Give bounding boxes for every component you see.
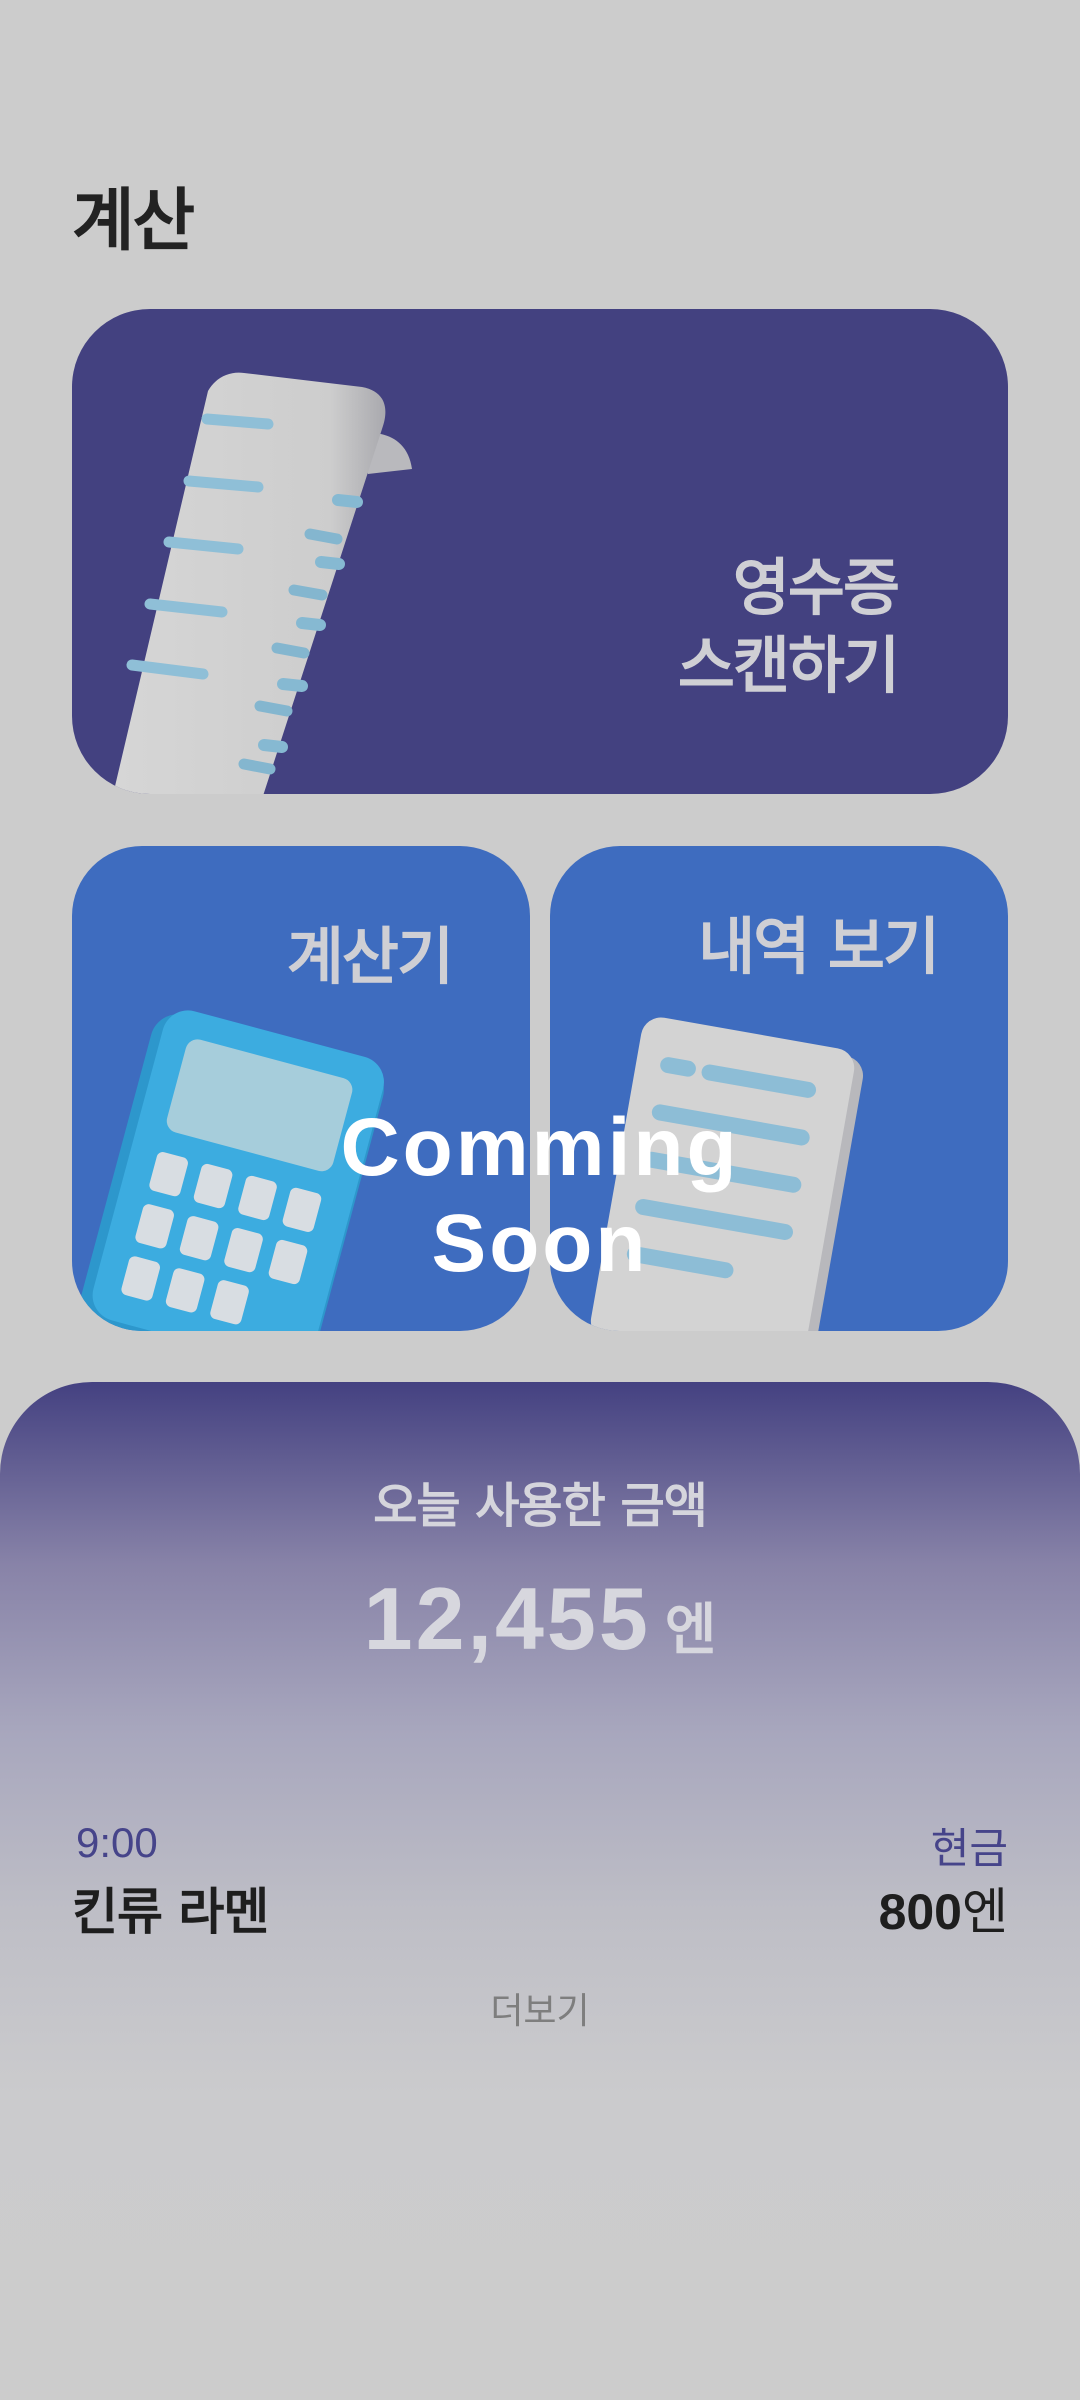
scan-receipt-label-line2: 스캔하기 xyxy=(677,629,900,702)
summary-title: 오늘 사용한 금액 xyxy=(373,1478,708,1534)
coming-soon-line2: Soon xyxy=(431,1198,649,1289)
scan-receipt-label-line1: 영수증 xyxy=(732,551,900,624)
total-amount-value: 12,455 xyxy=(363,1569,651,1668)
coming-soon-line1: Comming xyxy=(340,1102,740,1193)
entry-payment-method: 현금 xyxy=(930,1824,1008,1873)
scan-receipt-card[interactable]: 영수증 스캔하기 xyxy=(72,309,1008,794)
entry-name[interactable]: 킨류 라멘 xyxy=(72,1872,269,1944)
total-amount-unit: 엔 xyxy=(664,1598,717,1663)
total-amount: 12,455 엔 xyxy=(0,1568,1080,1670)
more-link[interactable]: 더보기 xyxy=(0,1982,1080,2034)
scan-receipt-label: 영수증 스캔하기 xyxy=(677,549,900,705)
calculator-label: 계산기 xyxy=(286,920,454,993)
coming-soon-overlay: Comming Soon xyxy=(280,1100,800,1292)
receipt-icon xyxy=(113,372,412,794)
history-label: 내역 보기 xyxy=(698,910,940,983)
entry-price-value: 800 xyxy=(878,1884,962,1940)
entry-time: 9:00 xyxy=(76,1819,158,1866)
page-title: 계산 xyxy=(72,182,195,261)
entry-price-unit: 엔 xyxy=(962,1883,1008,1941)
daily-summary-panel: 오늘 사용한 금액 12,455 엔 9:00 킨류 라멘 현금 800엔 더보기 xyxy=(0,1382,1080,2400)
calculation-screen: 계산 영수증 스캔하기 계산기 내역 보기 Comming Soon 오늘 사용… xyxy=(0,0,1080,2400)
entry-price: 800엔 xyxy=(879,1872,1008,1944)
